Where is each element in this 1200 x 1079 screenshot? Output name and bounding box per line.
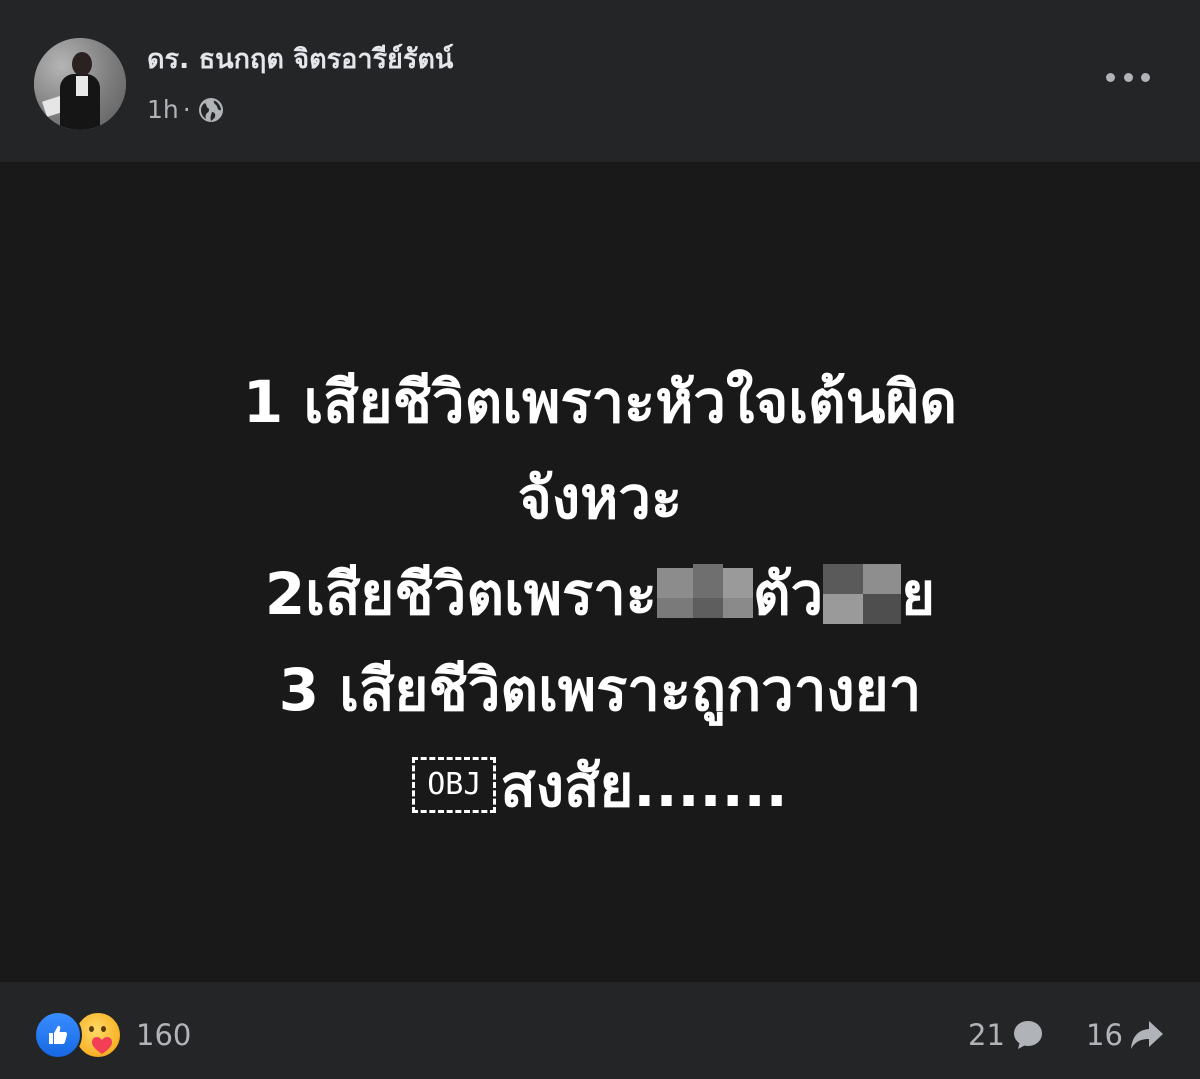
shares-count-button[interactable]: 16 xyxy=(1086,1012,1165,1058)
card-line-1: 1 เสียชีวิตเพราะหัวใจเต้นผิด xyxy=(242,368,958,436)
post-timestamp[interactable]: 1h xyxy=(147,92,179,128)
avatar-collar xyxy=(76,76,88,96)
card-line-3-suffix: ย xyxy=(901,560,936,628)
card-line-3-prefix: 2เสียชีวิตเพราะ xyxy=(264,560,657,628)
card-line-2: จังหวะ xyxy=(517,464,683,532)
card-text: 1 เสียชีวิตเพราะหัวใจเต้นผิด จังหวะ 2เสี… xyxy=(0,354,1200,834)
like-icon xyxy=(34,1011,82,1059)
censored-pixel-block xyxy=(823,563,902,624)
card-line-4: 3 เสียชีวิตเพราะถูกวางยา xyxy=(278,656,922,724)
censored-pixel-block xyxy=(656,563,753,622)
more-options-icon[interactable] xyxy=(1106,62,1150,92)
shares-count: 16 xyxy=(1086,1018,1123,1052)
comments-count-button[interactable]: 21 xyxy=(968,1012,1045,1058)
post-meta: 1h · xyxy=(147,92,225,128)
post-text-card: 1 เสียชีวิตเพราะหัวใจเต้นผิด จังหวะ 2เสี… xyxy=(0,162,1200,982)
care-eye xyxy=(101,1026,106,1032)
author-name[interactable]: ดร. ธนกฤต จิตรอารีย์รัตน์ xyxy=(147,40,453,80)
comments-count: 21 xyxy=(968,1018,1005,1052)
avatar-head xyxy=(72,52,92,76)
more-dot xyxy=(1123,72,1133,82)
care-heart xyxy=(92,1037,112,1054)
more-dot xyxy=(1106,72,1115,82)
post-header: ดร. ธนกฤต จิตรอารีย์รัตน์ 1h · xyxy=(0,0,1200,160)
facebook-post: ดร. ธนกฤต จิตรอารีย์รัตน์ 1h · 1 เสียชีว… xyxy=(0,0,1200,1079)
object-placeholder-box: OBJ xyxy=(412,756,497,813)
globe-icon[interactable] xyxy=(197,96,225,124)
card-line-5: OBJ สงสัย....... xyxy=(0,738,1200,834)
post-footer: 160 21 16 xyxy=(0,982,1200,1079)
author-avatar[interactable] xyxy=(34,38,126,130)
reactions-summary[interactable]: 160 xyxy=(34,1011,192,1059)
more-dot xyxy=(1141,72,1150,82)
card-line-5-text: สงสัย....... xyxy=(500,752,788,820)
card-line-3: 2เสียชีวิตเพราะ ตัว ย xyxy=(0,546,1200,642)
reactions-count: 160 xyxy=(136,1018,192,1052)
share-icon xyxy=(1130,1021,1163,1049)
comment-icon xyxy=(1013,1021,1042,1049)
care-eye xyxy=(89,1026,94,1032)
meta-separator: · xyxy=(182,95,191,124)
card-line-3-mid: ตัว xyxy=(752,560,824,628)
